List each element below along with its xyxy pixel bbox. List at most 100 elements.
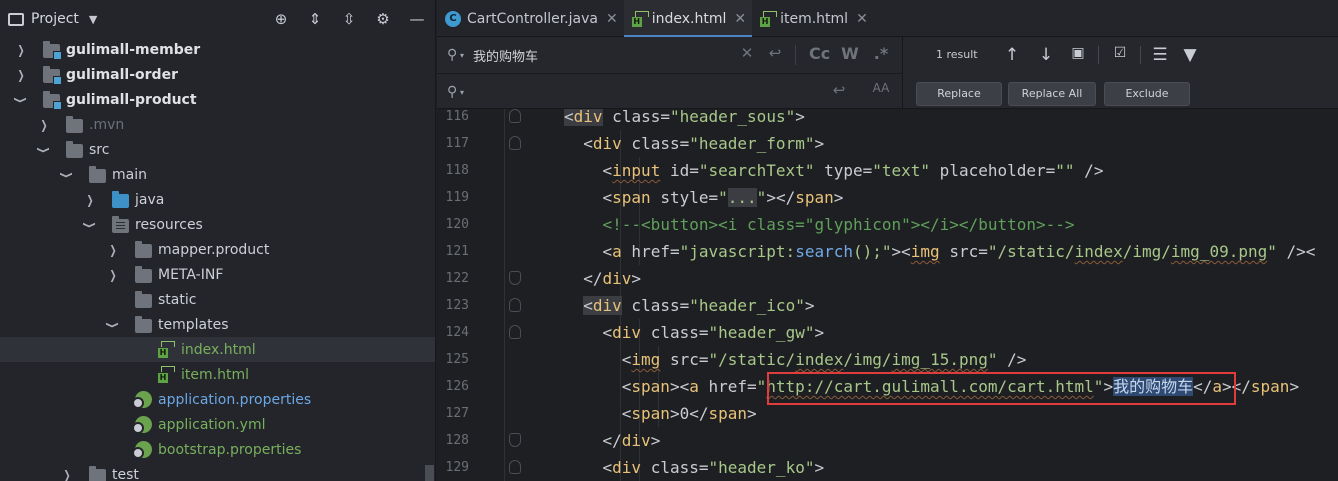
- find-replace-fields: ⚲ 我的购物车 ✕ ↩ Cc W .* ⚲ ↩ AA: [437, 37, 903, 109]
- spring-config-icon: [132, 416, 152, 434]
- chevron-down-icon[interactable]: ❯: [106, 320, 120, 330]
- open-in-window-icon[interactable]: ▣: [1068, 45, 1088, 65]
- chevron-down-icon[interactable]: ▼: [89, 13, 97, 26]
- code-line[interactable]: 118 <input id="searchText" type="text" pl…: [437, 157, 1338, 184]
- tree-item[interactable]: ❯ gulimall-order: [0, 62, 435, 87]
- preserve-case-toggle[interactable]: AA: [871, 81, 891, 101]
- line-number: 125: [445, 352, 469, 367]
- code-line[interactable]: 117 <div class="header_form">: [437, 130, 1338, 157]
- tree-item[interactable]: index.html: [0, 337, 435, 362]
- code-token: div: [592, 296, 622, 315]
- tree-item[interactable]: ❯ .mvn: [0, 112, 435, 137]
- search-icon[interactable]: ⚲: [447, 47, 464, 63]
- tree-item[interactable]: ❯ META-INF: [0, 262, 435, 287]
- new-line-icon[interactable]: ↩: [829, 81, 849, 101]
- tree-item[interactable]: ❯ mapper.product: [0, 237, 435, 262]
- code-line[interactable]: 120 <!--<button><i class="glyphicon"></i>…: [437, 211, 1338, 238]
- tree-scrollbar-thumb[interactable]: [425, 465, 434, 481]
- gear-icon[interactable]: ⚙: [373, 9, 393, 29]
- close-icon[interactable]: ✕: [856, 11, 868, 27]
- fold-marker-icon[interactable]: [509, 433, 521, 447]
- code-token: "header_form": [689, 134, 815, 153]
- chevron-right-icon[interactable]: ❯: [16, 68, 26, 82]
- filter-search-results-icon[interactable]: ☰: [1150, 45, 1170, 65]
- collapse-all-icon[interactable]: ⇳: [339, 9, 359, 29]
- match-case-toggle[interactable]: Cc: [809, 44, 830, 64]
- chevron-down-icon[interactable]: ❯: [60, 170, 74, 180]
- fold-marker-icon[interactable]: [509, 109, 521, 123]
- fold-marker-icon[interactable]: [509, 325, 521, 339]
- chevron-right-icon[interactable]: ❯: [62, 468, 72, 481]
- code-token: span: [1250, 377, 1290, 396]
- tree-item[interactable]: ❯ main: [0, 162, 435, 187]
- code-line[interactable]: 116 <div class="header_sous">: [437, 109, 1338, 130]
- tree-item[interactable]: application.yml: [0, 412, 435, 437]
- code-token: >: [1289, 377, 1300, 396]
- chevron-down-icon[interactable]: ❯: [83, 220, 97, 230]
- chevron-right-icon[interactable]: ❯: [16, 43, 26, 57]
- code-token: >: [795, 109, 805, 126]
- chevron-right-icon[interactable]: ❯: [108, 268, 118, 282]
- code-line[interactable]: 121 <a href="javascript:search();"><img s…: [437, 238, 1338, 265]
- replace-button[interactable]: Replace: [916, 82, 1002, 106]
- tree-item[interactable]: item.html: [0, 362, 435, 387]
- editor-tab[interactable]: item.html ✕: [752, 0, 874, 37]
- chevron-down-icon[interactable]: ❯: [14, 95, 28, 105]
- tree-item[interactable]: application.properties: [0, 387, 435, 412]
- tree-item[interactable]: ❯ resources: [0, 212, 435, 237]
- fold-marker-icon[interactable]: [509, 460, 521, 474]
- code-token: span: [795, 188, 834, 207]
- editor-tabs: CCartController.java✕index.html✕item.htm…: [437, 0, 1338, 38]
- new-line-icon[interactable]: ↩: [765, 44, 785, 64]
- code-editor[interactable]: 116 <div class="header_sous"> 117 <div clas…: [437, 109, 1338, 481]
- code-line[interactable]: 123 <div class="header_ico">: [437, 292, 1338, 319]
- expand-all-icon[interactable]: ⇕: [305, 9, 325, 29]
- tree-item[interactable]: static: [0, 287, 435, 312]
- fold-marker-icon[interactable]: [509, 298, 521, 312]
- tree-item[interactable]: ❯ gulimall-product: [0, 87, 435, 112]
- chevron-right-icon[interactable]: ❯: [108, 243, 118, 257]
- close-icon[interactable]: ✕: [606, 11, 618, 27]
- code-line[interactable]: 125 <img src="/static/index/img/img_15.pn…: [437, 346, 1338, 373]
- tree-item[interactable]: ❯ templates: [0, 312, 435, 337]
- replace-history-icon[interactable]: ⚲: [447, 84, 464, 100]
- code-line[interactable]: 119 <span style="..."></span>: [437, 184, 1338, 211]
- hide-panel-icon[interactable]: —: [407, 9, 427, 29]
- chevron-right-icon[interactable]: ❯: [39, 118, 49, 132]
- editor-tab[interactable]: C CartController.java ✕: [437, 0, 624, 37]
- tab-label: index.html: [651, 10, 727, 27]
- editor-tab[interactable]: index.html ✕: [623, 0, 753, 38]
- code-line[interactable]: 128 </div>: [437, 427, 1338, 454]
- previous-occurrence-icon[interactable]: ↑: [1002, 45, 1022, 65]
- folder-icon: [135, 241, 152, 258]
- code-token: ": [718, 188, 728, 207]
- whole-words-toggle[interactable]: W: [840, 44, 860, 64]
- project-panel-title[interactable]: Project: [31, 11, 79, 27]
- regex-toggle[interactable]: .*: [871, 44, 891, 64]
- chevron-down-icon[interactable]: ❯: [37, 145, 51, 155]
- close-icon[interactable]: ✕: [734, 11, 746, 27]
- next-occurrence-icon[interactable]: ↓: [1036, 45, 1056, 65]
- project-panel: Project ▼ ⊕ ⇕ ⇳ ⚙ — ❯ gulimall-member ❯ gul…: [0, 0, 436, 481]
- tree-item-label: META-INF: [158, 266, 224, 283]
- code-text: <!--<button><i class="glyphicon"></i></b…: [603, 211, 1075, 238]
- exclude-button[interactable]: Exclude: [1104, 82, 1190, 106]
- locate-file-icon[interactable]: ⊕: [271, 9, 291, 29]
- fold-marker-icon[interactable]: [509, 136, 521, 150]
- chevron-right-icon[interactable]: ❯: [85, 193, 95, 207]
- code-line[interactable]: 122 </div>: [437, 265, 1338, 292]
- tab-label: CartController.java: [467, 10, 598, 27]
- tree-item[interactable]: ❯ test: [0, 462, 435, 481]
- search-input[interactable]: 我的购物车: [473, 46, 538, 65]
- select-all-occurrences-icon[interactable]: ☑: [1110, 45, 1130, 65]
- tree-item[interactable]: bootstrap.properties: [0, 437, 435, 462]
- code-line[interactable]: 129 <div class="header_ko">: [437, 454, 1338, 481]
- clear-search-icon[interactable]: ✕: [737, 44, 757, 64]
- code-line[interactable]: 124 <div class="header_gw">: [437, 319, 1338, 346]
- fold-marker-icon[interactable]: [509, 271, 521, 285]
- tree-item[interactable]: ❯ src: [0, 137, 435, 162]
- replace-all-button[interactable]: Replace All: [1008, 82, 1096, 106]
- filter-icon[interactable]: ▼: [1180, 45, 1200, 65]
- tree-item[interactable]: ❯ java: [0, 187, 435, 212]
- tree-item[interactable]: ❯ gulimall-member: [0, 37, 435, 62]
